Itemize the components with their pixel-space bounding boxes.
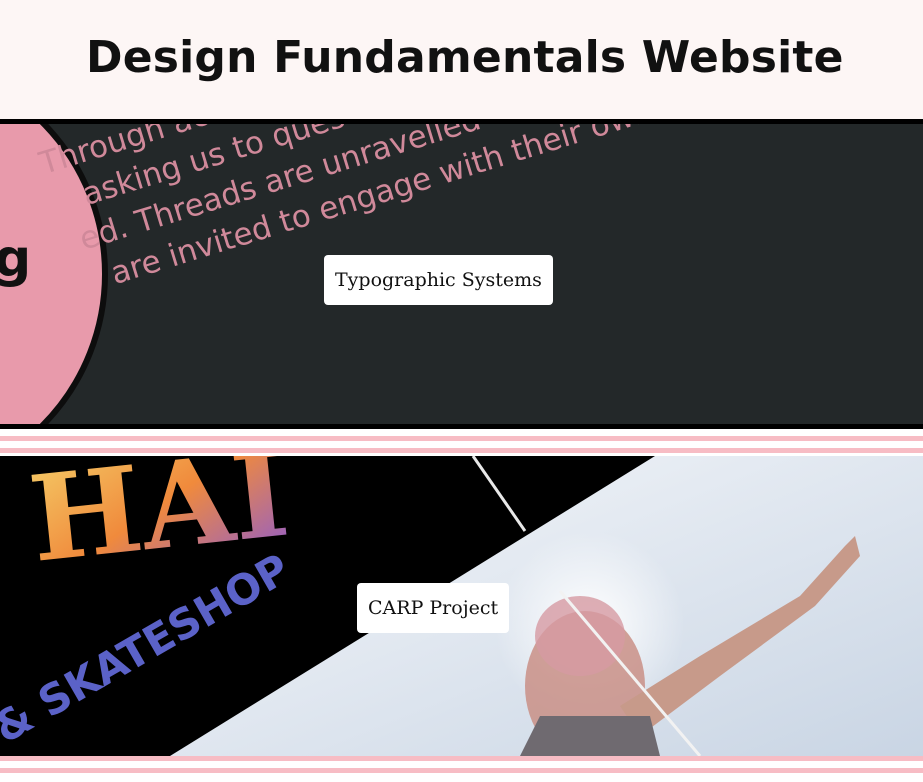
project-card-typographic-systems[interactable]: g Through acts o asking us to question e… bbox=[0, 119, 923, 429]
poster-big-letter: g bbox=[0, 229, 31, 289]
divider-line bbox=[0, 448, 923, 453]
divider-line bbox=[0, 436, 923, 441]
project-card-carp-project[interactable]: HAI & SKATESHOP CARP Project bbox=[0, 456, 923, 756]
divider-line bbox=[0, 756, 923, 761]
site-header: Design Fundamentals Website bbox=[0, 0, 923, 119]
project-label[interactable]: CARP Project bbox=[357, 583, 510, 633]
project-label[interactable]: Typographic Systems bbox=[324, 255, 553, 305]
divider-line bbox=[0, 768, 923, 773]
page-title: Design Fundamentals Website bbox=[86, 32, 844, 83]
